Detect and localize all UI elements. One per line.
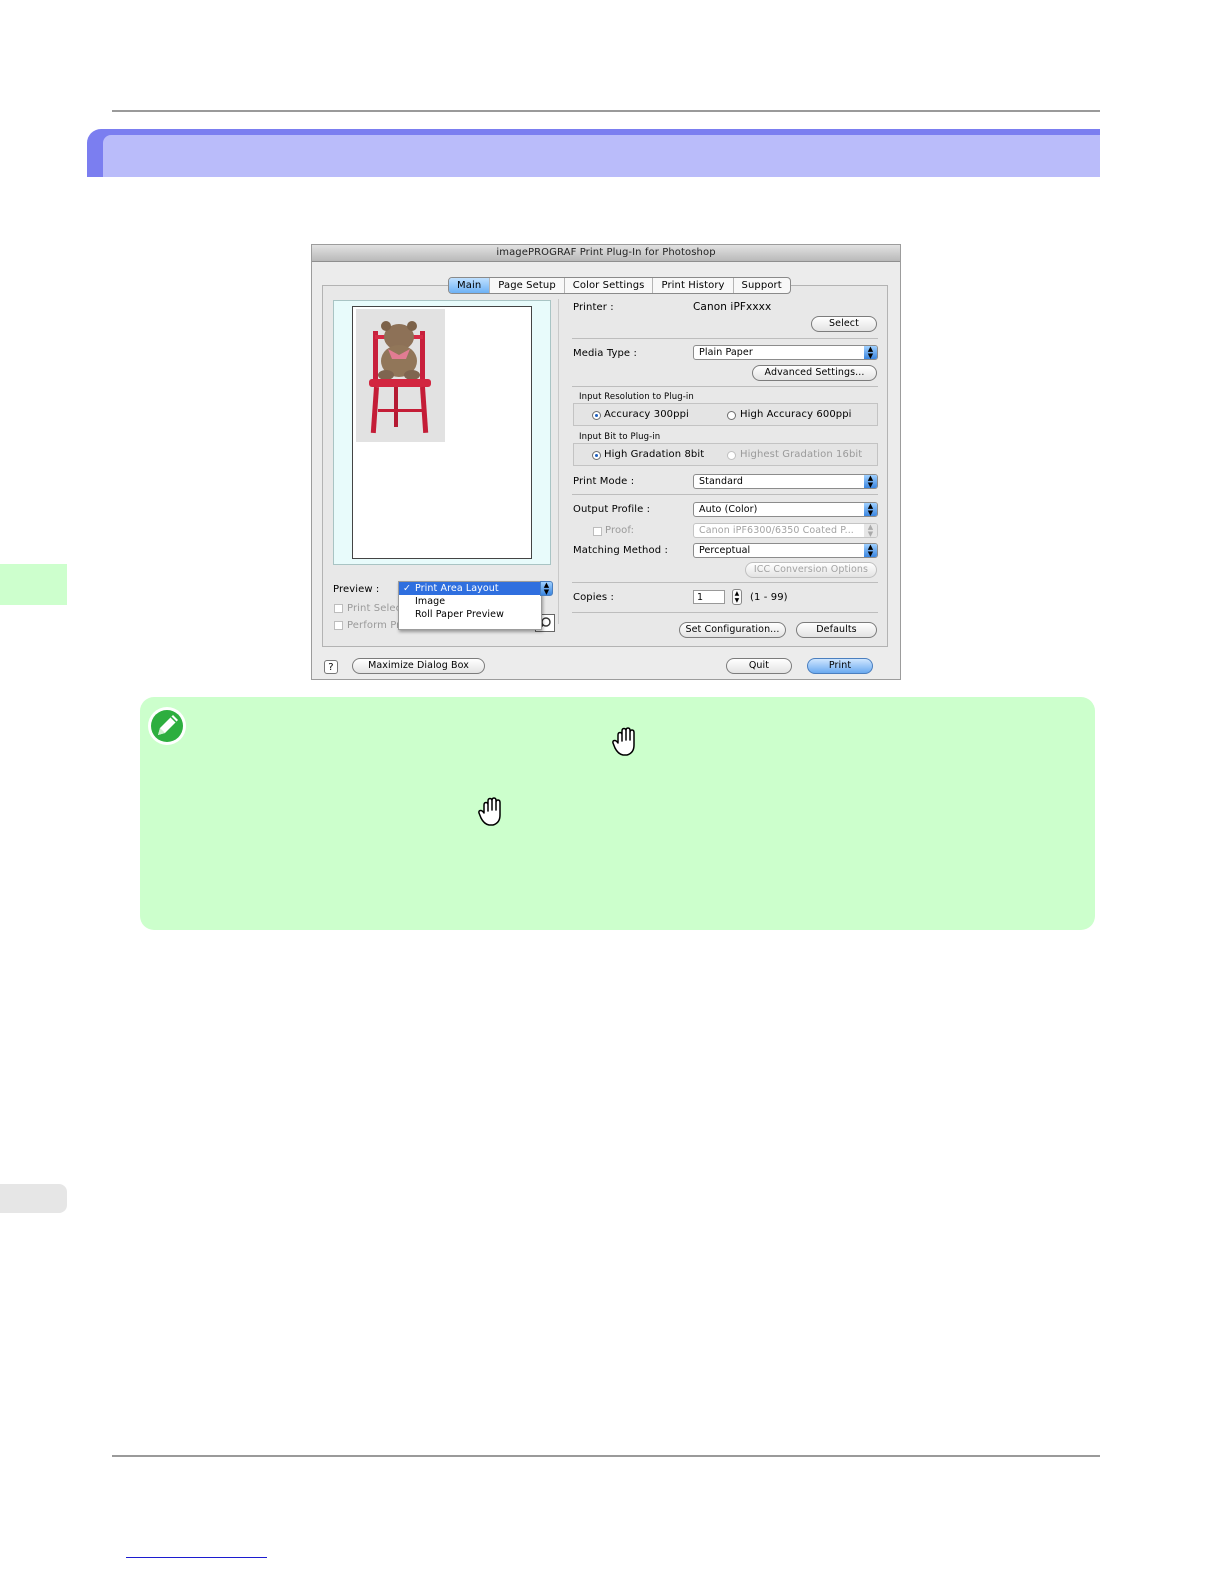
print-mode-value: Standard bbox=[699, 476, 744, 487]
divider bbox=[572, 612, 878, 613]
section-title-bar-inner bbox=[103, 135, 1100, 177]
proof-profile-select[interactable]: Canon iPF6300/6350 Coated P... ▲ ▼ bbox=[693, 523, 878, 538]
menu-item-print-area-layout[interactable]: ✓ Print Area Layout bbox=[399, 582, 541, 595]
section-title-bar bbox=[87, 129, 1100, 177]
printer-name: Canon iPFxxxx bbox=[693, 301, 772, 313]
media-type-label: Media Type : bbox=[573, 348, 637, 359]
proof-checkbox[interactable] bbox=[593, 527, 602, 536]
quit-button[interactable]: Quit bbox=[726, 658, 792, 674]
copies-stepper[interactable]: ▲ ▼ bbox=[732, 589, 742, 605]
proof-profile-value: Canon iPF6300/6350 Coated P... bbox=[699, 525, 854, 536]
page-side-tab bbox=[0, 1184, 67, 1213]
menu-item-label: Roll Paper Preview bbox=[415, 609, 504, 620]
menu-item-roll-paper-preview[interactable]: Roll Paper Preview bbox=[399, 608, 541, 621]
output-profile-select[interactable]: Auto (Color) ▲ ▼ bbox=[693, 502, 878, 517]
printer-label: Printer : bbox=[573, 302, 614, 313]
checkmark-icon: ✓ bbox=[403, 583, 412, 594]
popup-arrow-icon: ▲ ▼ bbox=[864, 475, 877, 488]
accuracy-300ppi-label: Accuracy 300ppi bbox=[604, 409, 689, 420]
tab-support[interactable]: Support bbox=[734, 278, 790, 293]
select-printer-button[interactable]: Select bbox=[811, 316, 877, 332]
preview-popup-arrow-icon[interactable]: ▲ ▼ bbox=[540, 581, 553, 596]
hand-icon bbox=[475, 795, 509, 829]
matching-method-value: Perceptual bbox=[699, 545, 751, 556]
high-accuracy-600ppi-radio[interactable] bbox=[727, 411, 736, 420]
footer-rule bbox=[112, 1455, 1100, 1457]
output-profile-value: Auto (Color) bbox=[699, 504, 758, 515]
chapter-side-tab[interactable] bbox=[0, 564, 67, 605]
output-profile-label: Output Profile : bbox=[573, 504, 651, 515]
menu-item-label: Print Area Layout bbox=[415, 583, 499, 594]
preview-area bbox=[333, 300, 551, 565]
input-bit-title: Input Bit to Plug-in bbox=[579, 432, 661, 442]
tab-page-setup[interactable]: Page Setup bbox=[490, 278, 565, 293]
teddy-bear-on-chair-image bbox=[356, 309, 445, 442]
tab-color-settings[interactable]: Color Settings bbox=[565, 278, 654, 293]
print-plugin-dialog: imagePROGRAF Print Plug-In for Photoshop… bbox=[311, 244, 901, 680]
hand-icon bbox=[609, 725, 643, 759]
copies-input[interactable]: 1 bbox=[693, 590, 725, 604]
divider bbox=[572, 494, 878, 495]
preview-image bbox=[356, 309, 445, 442]
copies-range: (1 - 99) bbox=[750, 592, 788, 603]
preview-dropdown-menu: ✓ Print Area Layout Image Roll Paper Pre… bbox=[398, 581, 542, 630]
popup-arrow-icon: ▲ ▼ bbox=[864, 544, 877, 557]
pencil-icon bbox=[147, 706, 187, 746]
popup-arrow-icon: ▲ ▼ bbox=[864, 346, 877, 359]
preview-label: Preview : bbox=[333, 584, 380, 595]
print-mode-label: Print Mode : bbox=[573, 476, 635, 487]
divider bbox=[572, 582, 878, 583]
high-gradation-8bit-radio[interactable] bbox=[592, 451, 601, 460]
dialog-title: imagePROGRAF Print Plug-In for Photoshop bbox=[312, 245, 900, 262]
icc-conversion-options-button[interactable]: ICC Conversion Options bbox=[745, 562, 877, 578]
set-configuration-button[interactable]: Set Configuration... bbox=[679, 622, 786, 638]
tab-bar: Main Page Setup Color Settings Print His… bbox=[448, 277, 791, 294]
highest-gradation-16bit-label: Highest Gradation 16bit bbox=[740, 449, 863, 460]
tab-main[interactable]: Main bbox=[449, 278, 491, 293]
panel-divider bbox=[558, 299, 559, 624]
print-button[interactable]: Print bbox=[807, 658, 873, 674]
matching-method-select[interactable]: Perceptual ▲ ▼ bbox=[693, 543, 878, 558]
media-type-value: Plain Paper bbox=[699, 347, 753, 358]
high-accuracy-600ppi-label: High Accuracy 600ppi bbox=[740, 409, 852, 420]
advanced-settings-button[interactable]: Advanced Settings... bbox=[752, 365, 877, 381]
perform-proof-checkbox[interactable] bbox=[334, 621, 343, 630]
divider bbox=[572, 338, 878, 339]
print-mode-select[interactable]: Standard ▲ ▼ bbox=[693, 474, 878, 489]
preview-page bbox=[352, 306, 532, 559]
popup-arrow-icon: ▲ ▼ bbox=[864, 503, 877, 516]
header-rule bbox=[112, 110, 1100, 112]
media-type-select[interactable]: Plain Paper ▲ ▼ bbox=[693, 345, 878, 360]
copies-label: Copies : bbox=[573, 592, 614, 603]
defaults-button[interactable]: Defaults bbox=[796, 622, 877, 638]
footer-link[interactable] bbox=[126, 1557, 267, 1558]
highest-gradation-16bit-radio[interactable] bbox=[727, 451, 736, 460]
print-selected-label: Print Selec bbox=[347, 603, 402, 614]
high-gradation-8bit-label: High Gradation 8bit bbox=[604, 449, 705, 460]
help-icon[interactable]: ? bbox=[324, 660, 338, 674]
menu-item-image[interactable]: Image bbox=[399, 595, 541, 608]
maximize-dialog-box-button[interactable]: Maximize Dialog Box bbox=[352, 658, 485, 674]
tab-print-history[interactable]: Print History bbox=[653, 278, 734, 293]
accuracy-300ppi-radio[interactable] bbox=[592, 411, 601, 420]
popup-arrow-icon: ▲ ▼ bbox=[864, 524, 877, 537]
matching-method-label: Matching Method : bbox=[573, 545, 668, 556]
divider bbox=[572, 386, 878, 387]
proof-label: Proof: bbox=[605, 525, 635, 536]
input-resolution-title: Input Resolution to Plug-in bbox=[579, 392, 694, 402]
print-selected-checkbox[interactable] bbox=[334, 604, 343, 613]
menu-item-label: Image bbox=[415, 596, 446, 607]
